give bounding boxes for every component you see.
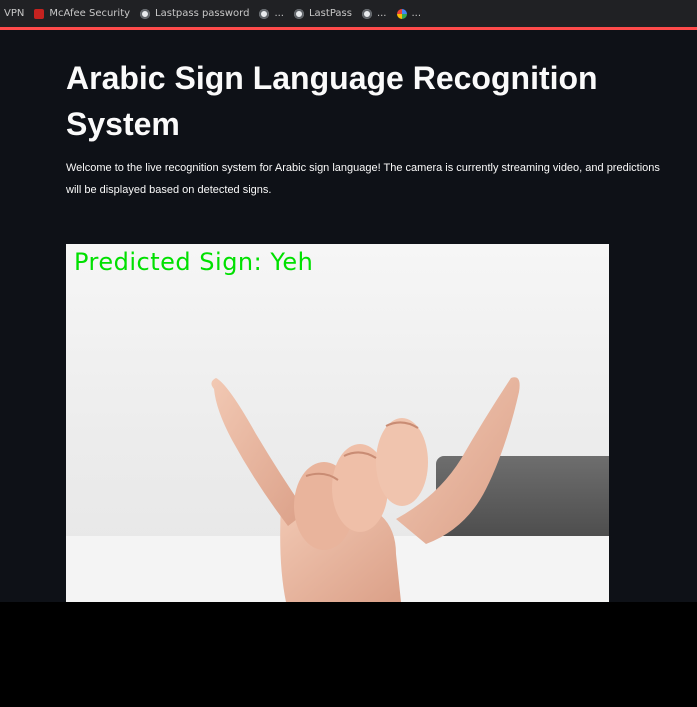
- globe-icon: [140, 8, 151, 19]
- hand-sign-image: [211, 377, 520, 602]
- bookmark-label: ...: [274, 8, 284, 19]
- page-title: Arabic Sign Language Recognition System: [66, 60, 598, 142]
- camera-video-frame: Predicted Sign: Yeh: [66, 244, 609, 602]
- google-icon: [396, 8, 407, 19]
- bookmark-lastpass-password[interactable]: Lastpass password: [140, 8, 249, 19]
- bookmark-label: Lastpass password: [155, 8, 250, 19]
- predicted-sign-label: Predicted Sign: Yeh: [74, 248, 314, 276]
- globe-icon: [259, 8, 270, 19]
- page-description: Welcome to the live recognition system f…: [66, 162, 660, 196]
- bookmark-label: LastPass: [308, 8, 352, 19]
- mcafee-icon: [34, 8, 45, 19]
- bookmark-5[interactable]: ...: [361, 8, 387, 19]
- bookmark-label: ...: [376, 8, 387, 19]
- bookmark-label: ...: [411, 8, 422, 19]
- bottom-black-strip: [0, 602, 697, 707]
- bookmark-6[interactable]: ...: [396, 8, 422, 19]
- bookmark-lastpass[interactable]: LastPass: [293, 8, 352, 19]
- bookmarks-bar: VPN McAfee Security Lastpass password ..…: [0, 0, 697, 27]
- bookmark-3[interactable]: ...: [259, 8, 284, 19]
- globe-icon: [293, 8, 304, 19]
- bookmark-label: VPN: [4, 8, 25, 19]
- globe-icon: [361, 8, 372, 19]
- bookmark-mcafee[interactable]: McAfee Security: [34, 8, 130, 19]
- bookmark-label: McAfee Security: [49, 8, 131, 19]
- bookmark-vpn[interactable]: VPN: [4, 8, 24, 19]
